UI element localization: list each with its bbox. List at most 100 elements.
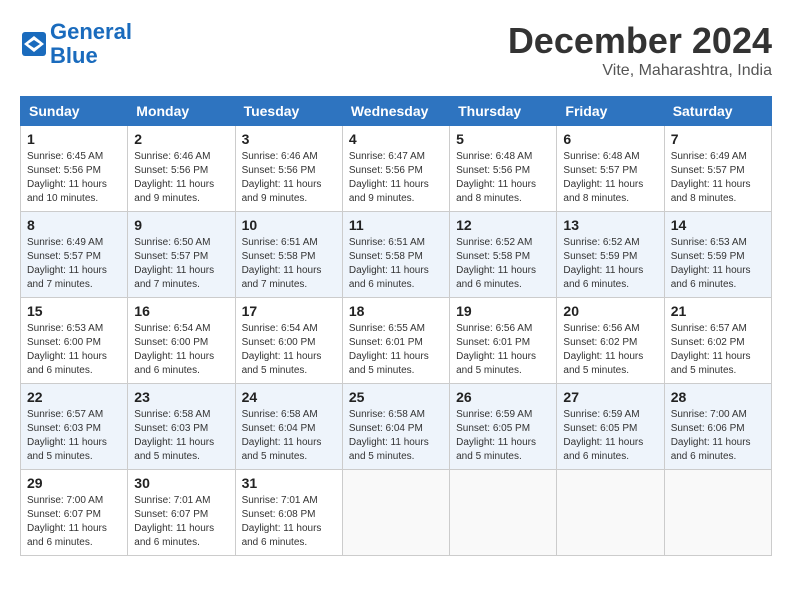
calendar-cell: 17 Sunrise: 6:54 AM Sunset: 6:00 PM Dayli… (235, 298, 342, 384)
day-number: 7 (671, 131, 765, 147)
day-number: 4 (349, 131, 443, 147)
day-info: Sunrise: 6:58 AM Sunset: 6:03 PM Dayligh… (134, 408, 228, 464)
calendar-cell: 24Sunrise: 6:58 AM Sunset: 6:04 PM Dayli… (235, 384, 342, 470)
day-info: Sunrise: 6:46 AM Sunset: 5:56 PM Dayligh… (242, 150, 336, 206)
calendar-cell: 25Sunrise: 6:58 AM Sunset: 6:04 PM Dayli… (342, 384, 449, 470)
day-info: Sunrise: 6:50 AM Sunset: 5:57 PM Dayligh… (134, 236, 228, 292)
day-number: 27 (563, 389, 657, 405)
calendar-cell: 22 Sunrise: 6:57 AM Sunset: 6:03 PM Dayli… (21, 384, 128, 470)
calendar-cell: 1 Sunrise: 6:45 AM Sunset: 5:56 PM Daylig… (21, 126, 128, 212)
day-info: Sunrise: 7:01 AM Sunset: 6:08 PM Dayligh… (242, 494, 336, 550)
calendar-cell: 20 Sunrise: 6:56 AM Sunset: 6:02 PM Dayli… (557, 298, 664, 384)
day-info: Sunrise: 7:01 AM Sunset: 6:07 PM Dayligh… (134, 494, 228, 550)
calendar-cell: 13 Sunrise: 6:52 AM Sunset: 5:59 PM Dayli… (557, 212, 664, 298)
calendar-cell: 5Sunrise: 6:48 AM Sunset: 5:56 PM Daylig… (450, 126, 557, 212)
calendar-week-row: 22 Sunrise: 6:57 AM Sunset: 6:03 PM Dayli… (21, 384, 772, 470)
weekday-header-friday: Friday (557, 97, 664, 126)
calendar-cell: 12Sunrise: 6:52 AM Sunset: 5:58 PM Dayli… (450, 212, 557, 298)
day-info: Sunrise: 6:57 AM Sunset: 6:03 PM Dayligh… (27, 408, 121, 464)
day-info: Sunrise: 6:47 AM Sunset: 5:56 PM Dayligh… (349, 150, 443, 206)
day-info: Sunrise: 6:51 AM Sunset: 5:58 PM Dayligh… (242, 236, 336, 292)
logo-text: General Blue (50, 20, 132, 68)
calendar-cell: 19 Sunrise: 6:56 AM Sunset: 6:01 PM Dayli… (450, 298, 557, 384)
day-info: Sunrise: 6:52 AM Sunset: 5:59 PM Dayligh… (563, 236, 657, 292)
logo: General Blue (20, 20, 132, 68)
weekday-header-thursday: Thursday (450, 97, 557, 126)
day-number: 19 (456, 303, 550, 319)
day-number: 10 (242, 217, 336, 233)
calendar-cell: 30 Sunrise: 7:01 AM Sunset: 6:07 PM Dayli… (128, 470, 235, 556)
calendar-cell: 23 Sunrise: 6:58 AM Sunset: 6:03 PM Dayli… (128, 384, 235, 470)
weekday-header-sunday: Sunday (21, 97, 128, 126)
calendar-week-row: 29Sunrise: 7:00 AM Sunset: 6:07 PM Dayli… (21, 470, 772, 556)
day-number: 22 (27, 389, 121, 405)
day-info: Sunrise: 6:59 AM Sunset: 6:05 PM Dayligh… (456, 408, 550, 464)
day-number: 6 (563, 131, 657, 147)
day-number: 30 (134, 475, 228, 491)
day-info: Sunrise: 6:59 AM Sunset: 6:05 PM Dayligh… (563, 408, 657, 464)
calendar-cell: 21Sunrise: 6:57 AM Sunset: 6:02 PM Dayli… (664, 298, 771, 384)
calendar-cell (342, 470, 449, 556)
day-info: Sunrise: 6:57 AM Sunset: 6:02 PM Dayligh… (671, 322, 765, 378)
calendar-cell: 28 Sunrise: 7:00 AM Sunset: 6:06 PM Dayli… (664, 384, 771, 470)
calendar-cell: 16 Sunrise: 6:54 AM Sunset: 6:00 PM Dayli… (128, 298, 235, 384)
day-number: 28 (671, 389, 765, 405)
day-number: 31 (242, 475, 336, 491)
day-number: 13 (563, 217, 657, 233)
weekday-header-wednesday: Wednesday (342, 97, 449, 126)
day-info: Sunrise: 6:49 AM Sunset: 5:57 PM Dayligh… (27, 236, 121, 292)
day-number: 5 (456, 131, 550, 147)
calendar-cell: 3 Sunrise: 6:46 AM Sunset: 5:56 PM Daylig… (235, 126, 342, 212)
calendar-cell: 7 Sunrise: 6:49 AM Sunset: 5:57 PM Daylig… (664, 126, 771, 212)
weekday-header-monday: Monday (128, 97, 235, 126)
day-info: Sunrise: 6:54 AM Sunset: 6:00 PM Dayligh… (134, 322, 228, 378)
page-header: General Blue December 2024 Vite, Maharas… (20, 20, 772, 80)
day-info: Sunrise: 7:00 AM Sunset: 6:06 PM Dayligh… (671, 408, 765, 464)
calendar-week-row: 1 Sunrise: 6:45 AM Sunset: 5:56 PM Daylig… (21, 126, 772, 212)
day-info: Sunrise: 6:51 AM Sunset: 5:58 PM Dayligh… (349, 236, 443, 292)
calendar-cell: 6 Sunrise: 6:48 AM Sunset: 5:57 PM Daylig… (557, 126, 664, 212)
day-number: 1 (27, 131, 121, 147)
day-info: Sunrise: 6:49 AM Sunset: 5:57 PM Dayligh… (671, 150, 765, 206)
logo-icon (20, 30, 48, 58)
calendar-cell (664, 470, 771, 556)
location: Vite, Maharashtra, India (508, 62, 772, 80)
day-number: 15 (27, 303, 121, 319)
day-number: 25 (349, 389, 443, 405)
day-info: Sunrise: 6:56 AM Sunset: 6:01 PM Dayligh… (456, 322, 550, 378)
day-number: 12 (456, 217, 550, 233)
day-info: Sunrise: 6:56 AM Sunset: 6:02 PM Dayligh… (563, 322, 657, 378)
calendar-cell: 18Sunrise: 6:55 AM Sunset: 6:01 PM Dayli… (342, 298, 449, 384)
calendar-week-row: 15 Sunrise: 6:53 AM Sunset: 6:00 PM Dayli… (21, 298, 772, 384)
calendar-cell: 26Sunrise: 6:59 AM Sunset: 6:05 PM Dayli… (450, 384, 557, 470)
calendar-week-row: 8 Sunrise: 6:49 AM Sunset: 5:57 PM Daylig… (21, 212, 772, 298)
day-number: 20 (563, 303, 657, 319)
day-info: Sunrise: 6:45 AM Sunset: 5:56 PM Dayligh… (27, 150, 121, 206)
day-number: 17 (242, 303, 336, 319)
day-info: Sunrise: 6:54 AM Sunset: 6:00 PM Dayligh… (242, 322, 336, 378)
day-number: 24 (242, 389, 336, 405)
day-info: Sunrise: 6:48 AM Sunset: 5:57 PM Dayligh… (563, 150, 657, 206)
weekday-header-tuesday: Tuesday (235, 97, 342, 126)
day-number: 23 (134, 389, 228, 405)
day-info: Sunrise: 6:53 AM Sunset: 6:00 PM Dayligh… (27, 322, 121, 378)
calendar-cell: 9 Sunrise: 6:50 AM Sunset: 5:57 PM Daylig… (128, 212, 235, 298)
day-number: 9 (134, 217, 228, 233)
day-info: Sunrise: 7:00 AM Sunset: 6:07 PM Dayligh… (27, 494, 121, 550)
day-number: 11 (349, 217, 443, 233)
calendar-cell: 27 Sunrise: 6:59 AM Sunset: 6:05 PM Dayli… (557, 384, 664, 470)
day-number: 16 (134, 303, 228, 319)
calendar-cell: 8 Sunrise: 6:49 AM Sunset: 5:57 PM Daylig… (21, 212, 128, 298)
day-number: 14 (671, 217, 765, 233)
day-number: 3 (242, 131, 336, 147)
calendar-cell: 10 Sunrise: 6:51 AM Sunset: 5:58 PM Dayli… (235, 212, 342, 298)
calendar-cell: 14Sunrise: 6:53 AM Sunset: 5:59 PM Dayli… (664, 212, 771, 298)
day-number: 2 (134, 131, 228, 147)
calendar-cell: 29Sunrise: 7:00 AM Sunset: 6:07 PM Dayli… (21, 470, 128, 556)
day-number: 8 (27, 217, 121, 233)
weekday-header-saturday: Saturday (664, 97, 771, 126)
calendar-cell: 15 Sunrise: 6:53 AM Sunset: 6:00 PM Dayli… (21, 298, 128, 384)
calendar-cell: 11 Sunrise: 6:51 AM Sunset: 5:58 PM Dayli… (342, 212, 449, 298)
day-info: Sunrise: 6:46 AM Sunset: 5:56 PM Dayligh… (134, 150, 228, 206)
calendar-cell (450, 470, 557, 556)
